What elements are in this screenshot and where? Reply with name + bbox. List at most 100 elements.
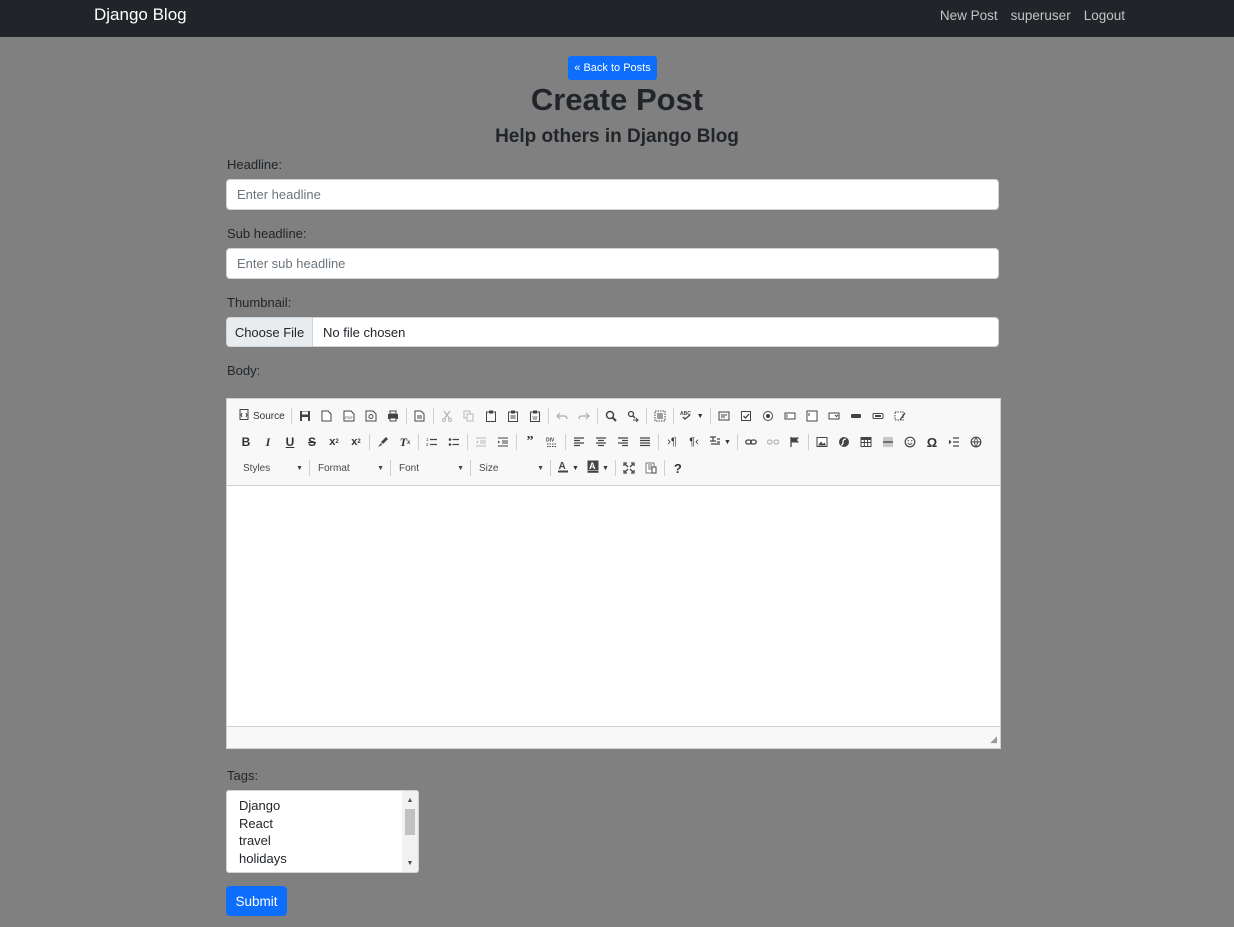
undo-icon[interactable] — [551, 405, 573, 427]
underline-icon[interactable]: U — [279, 431, 301, 453]
smiley-icon[interactable] — [899, 431, 921, 453]
image-button-icon[interactable] — [867, 405, 889, 427]
source-button-label: Source — [253, 410, 285, 422]
unlink-icon[interactable] — [762, 431, 784, 453]
image-icon[interactable] — [811, 431, 833, 453]
align-center-icon[interactable] — [590, 431, 612, 453]
language-icon — [709, 435, 721, 450]
toolbar-separator — [645, 408, 647, 424]
text-color-button[interactable]: A ▼ — [553, 457, 583, 479]
textfield-icon[interactable] — [779, 405, 801, 427]
choose-file-button[interactable]: Choose File — [227, 318, 313, 346]
page-break-icon[interactable] — [943, 431, 965, 453]
save-icon[interactable] — [294, 405, 316, 427]
redo-icon[interactable] — [573, 405, 595, 427]
italic-icon[interactable]: I — [257, 431, 279, 453]
language-button[interactable]: ▼ — [705, 431, 735, 453]
find-icon[interactable] — [600, 405, 622, 427]
justify-icon[interactable] — [634, 431, 656, 453]
replace-icon[interactable] — [622, 405, 644, 427]
resize-handle-icon[interactable]: ◢ — [990, 734, 997, 745]
indent-icon[interactable] — [492, 431, 514, 453]
flash-icon[interactable] — [833, 431, 855, 453]
radio-icon[interactable] — [757, 405, 779, 427]
thumbnail-file-input[interactable]: Choose File No file chosen — [226, 317, 999, 347]
bulleted-list-icon[interactable] — [443, 431, 465, 453]
special-char-icon[interactable]: Ω — [921, 431, 943, 453]
submit-button[interactable]: Submit — [226, 886, 287, 916]
outdent-icon[interactable] — [470, 431, 492, 453]
numbered-list-icon[interactable]: 12 — [421, 431, 443, 453]
tags-scrollbar[interactable]: ▲ ▼ — [402, 791, 418, 872]
svg-text:A: A — [559, 461, 566, 472]
cut-icon[interactable] — [436, 405, 458, 427]
maximize-icon[interactable] — [618, 457, 640, 479]
paste-word-icon[interactable]: W — [524, 405, 546, 427]
table-icon[interactable] — [855, 431, 877, 453]
remove-format-icon[interactable]: Tx — [394, 431, 416, 453]
toolbar-separator — [309, 460, 310, 476]
headline-label: Headline: — [227, 157, 282, 172]
hidden-field-icon[interactable] — [889, 405, 911, 427]
tag-option[interactable]: React — [239, 815, 418, 833]
help-icon[interactable]: ? — [667, 457, 689, 479]
tag-option[interactable]: travel — [239, 832, 418, 850]
blockquote-icon[interactable]: ” — [519, 431, 541, 453]
scroll-down-icon[interactable]: ▼ — [402, 856, 418, 870]
tags-multiselect[interactable]: Django React travel holidays ▲ ▼ — [226, 790, 419, 873]
chevron-down-icon: ▼ — [377, 464, 384, 472]
iframe-icon[interactable] — [965, 431, 987, 453]
nav-link-user[interactable]: superuser — [1011, 8, 1071, 23]
link-icon[interactable] — [740, 431, 762, 453]
textarea-icon[interactable] — [801, 405, 823, 427]
button-icon[interactable] — [845, 405, 867, 427]
navbar-brand[interactable]: Django Blog — [94, 5, 187, 25]
templates-icon[interactable] — [409, 405, 431, 427]
source-button[interactable]: Source — [235, 405, 289, 427]
bold-icon[interactable]: B — [235, 431, 257, 453]
font-combo[interactable]: Font ▼ — [393, 457, 468, 479]
superscript-icon[interactable]: x2 — [345, 431, 367, 453]
nav-link-new-post[interactable]: New Post — [940, 8, 998, 23]
horizontal-rule-icon[interactable] — [877, 431, 899, 453]
select-icon[interactable] — [823, 405, 845, 427]
tag-option[interactable]: holidays — [239, 850, 418, 868]
paste-icon[interactable] — [480, 405, 502, 427]
back-to-posts-button[interactable]: « Back to Posts — [568, 56, 657, 80]
ltr-icon[interactable]: ›¶ — [661, 431, 683, 453]
export-pdf-icon[interactable]: PDF — [338, 405, 360, 427]
svg-text:DIV: DIV — [546, 438, 555, 444]
tag-option[interactable]: Django — [239, 797, 418, 815]
chevron-down-icon: ▼ — [296, 464, 303, 472]
align-right-icon[interactable] — [612, 431, 634, 453]
anchor-icon[interactable] — [784, 431, 806, 453]
form-icon[interactable] — [713, 405, 735, 427]
checkbox-icon[interactable] — [735, 405, 757, 427]
subscript-icon[interactable]: x2 — [323, 431, 345, 453]
copy-format-icon[interactable] — [372, 431, 394, 453]
size-combo[interactable]: Size ▼ — [473, 457, 548, 479]
rich-text-editor: Source PDF W ABC ▼ B I U S x 2 x 2 T x 1… — [226, 398, 1001, 749]
show-blocks-icon[interactable] — [640, 457, 662, 479]
chevron-down-icon: ▼ — [696, 412, 704, 420]
paste-text-icon[interactable] — [502, 405, 524, 427]
scroll-up-icon[interactable]: ▲ — [402, 793, 418, 807]
editor-content-area[interactable] — [227, 486, 1000, 726]
headline-input[interactable] — [227, 180, 998, 209]
new-page-icon[interactable] — [316, 405, 338, 427]
div-icon[interactable]: DIV — [541, 431, 563, 453]
copy-icon[interactable] — [458, 405, 480, 427]
scrollbar-thumb[interactable] — [405, 809, 415, 835]
subheadline-input[interactable] — [227, 249, 998, 278]
nav-link-logout[interactable]: Logout — [1084, 8, 1125, 23]
format-combo[interactable]: Format ▼ — [312, 457, 388, 479]
rtl-icon[interactable]: ¶‹ — [683, 431, 705, 453]
strike-icon[interactable]: S — [301, 431, 323, 453]
spellcheck-button[interactable]: ABC ▼ — [676, 405, 708, 427]
print-icon[interactable] — [382, 405, 404, 427]
bg-color-button[interactable]: A ▼ — [583, 457, 613, 479]
align-left-icon[interactable] — [568, 431, 590, 453]
select-all-icon[interactable] — [649, 405, 671, 427]
styles-combo[interactable]: Styles ▼ — [237, 457, 307, 479]
preview-icon[interactable] — [360, 405, 382, 427]
